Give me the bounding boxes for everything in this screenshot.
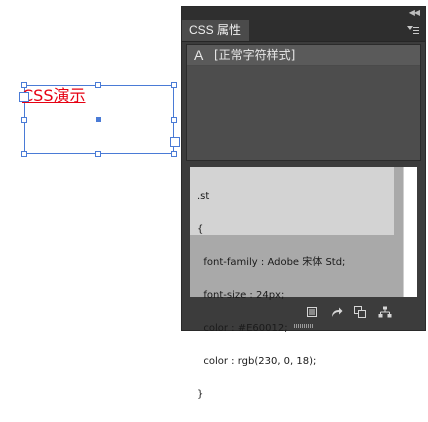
- double-chevron-left-icon[interactable]: ◀◀: [409, 8, 420, 18]
- css-code-view[interactable]: .st { font-family : Adobe 宋体 Std; font-s…: [190, 167, 415, 400]
- panel-title-bar[interactable]: ◀◀: [182, 7, 425, 20]
- selection-handle-bottom-left[interactable]: [21, 151, 27, 157]
- selection-handle-top-right[interactable]: [171, 82, 177, 88]
- in-port[interactable]: [19, 92, 29, 102]
- share-arrow-icon[interactable]: [331, 305, 343, 317]
- code-line: font-family : Adobe 宋体 Std;: [197, 257, 346, 268]
- style-name-label: [正常字符样式]: [214, 48, 296, 62]
- panel-resize-grip[interactable]: [294, 324, 314, 328]
- selection-handle-middle-left[interactable]: [21, 117, 27, 123]
- selection-handle-middle-right[interactable]: [171, 117, 177, 123]
- code-line: color : rgb(230, 0, 18);: [197, 356, 317, 367]
- selection-handle-bottom-right[interactable]: [171, 151, 177, 157]
- css-properties-panel: ◀◀ CSS 属性 A [正常字符样式] .st { font-family :…: [181, 6, 426, 400]
- out-port[interactable]: [170, 137, 180, 147]
- tab-css-properties[interactable]: CSS 属性: [182, 20, 250, 41]
- css-code-text: .st { font-family : Adobe 宋体 Std; font-s…: [197, 169, 345, 422]
- text-frame-content[interactable]: CSS演示: [22, 86, 86, 106]
- code-line: {: [197, 224, 204, 235]
- style-row-normal-character[interactable]: A [正常字符样式]: [187, 45, 420, 66]
- selection-handle-top-left[interactable]: [21, 82, 27, 88]
- code-line: .st: [197, 191, 210, 202]
- list-icon[interactable]: [306, 305, 318, 317]
- frame-center-point: [96, 117, 101, 122]
- panel-footer: [182, 299, 425, 323]
- copy-icon[interactable]: [354, 305, 366, 318]
- panel-tab-bar: CSS 属性: [182, 20, 425, 42]
- panel-menu-icon[interactable]: [407, 26, 419, 36]
- document-canvas[interactable]: CSS演示: [0, 0, 180, 335]
- character-style-icon: A: [194, 47, 204, 63]
- hierarchy-icon[interactable]: [378, 305, 392, 318]
- code-scrollbar[interactable]: [403, 167, 417, 297]
- selection-handle-top-center[interactable]: [95, 82, 101, 88]
- code-line: }: [197, 389, 204, 400]
- code-line: color : #E60012;: [197, 323, 288, 334]
- selection-handle-bottom-center[interactable]: [95, 151, 101, 157]
- style-list: A [正常字符样式]: [186, 44, 421, 161]
